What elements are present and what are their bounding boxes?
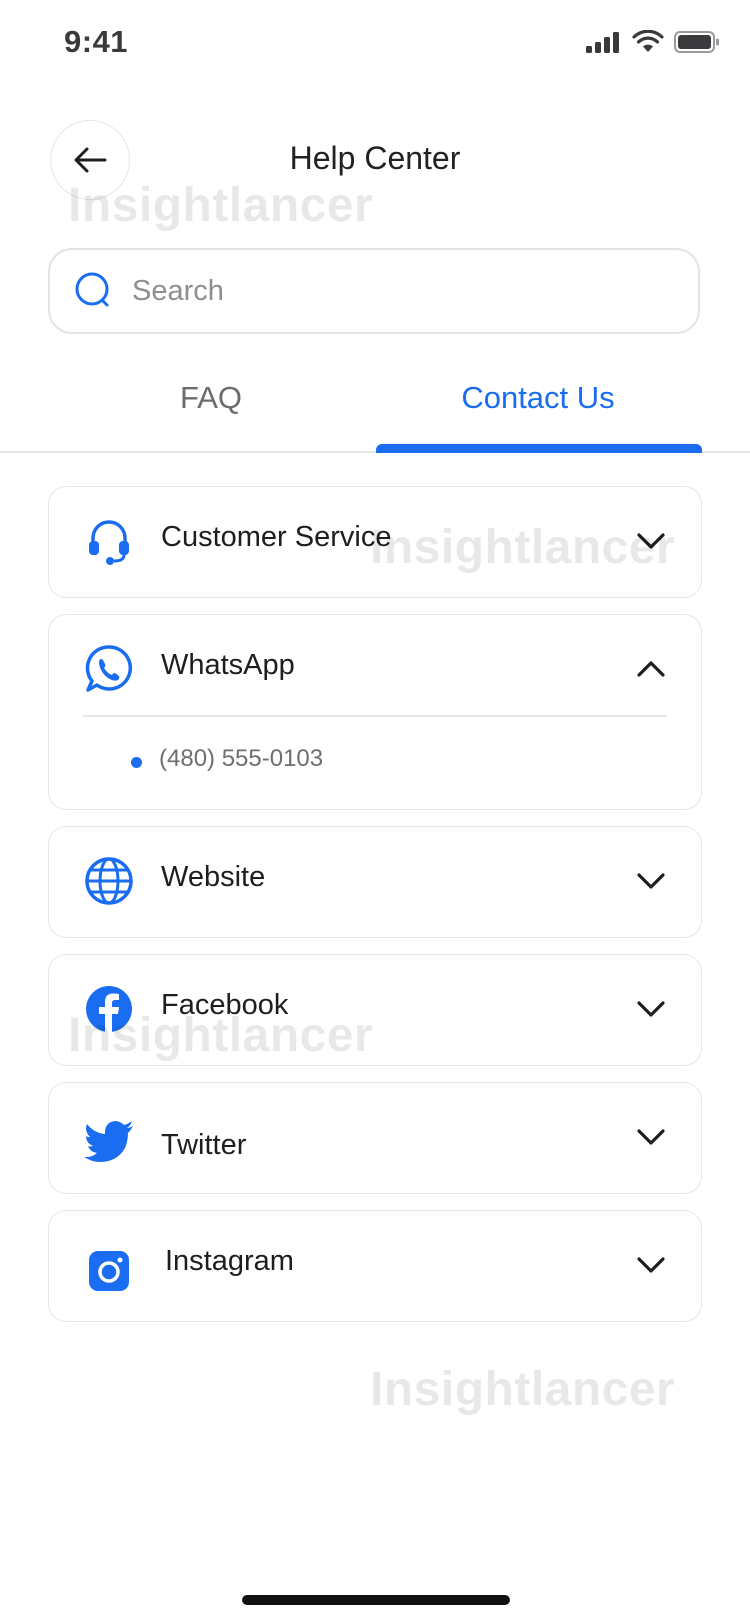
bullet-dot	[131, 757, 142, 768]
card-header[interactable]: WhatsApp	[49, 615, 701, 723]
contact-card-facebook[interactable]: Facebook	[48, 954, 702, 1066]
chevron-up-icon[interactable]	[635, 653, 667, 685]
tab-faq[interactable]: FAQ	[48, 380, 374, 416]
contact-label: WhatsApp	[161, 649, 295, 681]
twitter-icon	[83, 1117, 135, 1169]
card-header[interactable]: Instagram	[49, 1211, 701, 1319]
chevron-down-icon[interactable]	[635, 525, 667, 557]
instagram-icon	[83, 1245, 135, 1297]
card-header[interactable]: Twitter	[49, 1083, 701, 1191]
search-icon	[75, 272, 109, 307]
chevron-down-icon[interactable]	[635, 1249, 667, 1281]
contact-card-customer-service[interactable]: Customer Service	[48, 486, 702, 598]
contact-card-website[interactable]: Website	[48, 826, 702, 938]
facebook-icon	[83, 983, 135, 1035]
tab-contact-us[interactable]: Contact Us	[375, 380, 701, 416]
chevron-down-icon[interactable]	[635, 993, 667, 1025]
contact-label: Website	[161, 861, 266, 893]
contact-card-whatsapp[interactable]: WhatsApp (480) 555-0103	[48, 614, 702, 810]
watermark-text: Insightlancer	[370, 1363, 676, 1416]
home-indicator	[242, 1595, 510, 1605]
card-header[interactable]: Facebook	[49, 955, 701, 1063]
globe-icon	[83, 855, 135, 907]
search-input[interactable]	[130, 273, 654, 309]
contact-label: Facebook	[161, 989, 289, 1021]
contact-card-twitter[interactable]: Twitter	[48, 1082, 702, 1194]
whatsapp-number[interactable]: (480) 555-0103	[159, 745, 323, 773]
active-tab-indicator	[376, 444, 702, 453]
card-divider	[83, 715, 667, 717]
contact-label: Twitter	[161, 1129, 247, 1161]
contact-label: Instagram	[165, 1245, 294, 1277]
battery-icon	[674, 31, 719, 53]
chevron-down-icon[interactable]	[635, 865, 667, 897]
card-header[interactable]: Customer Service	[49, 487, 701, 595]
wifi-icon	[632, 30, 664, 52]
page-title: Help Center	[289, 140, 461, 176]
signal-icon	[586, 32, 619, 53]
headset-icon	[83, 515, 135, 567]
search-box[interactable]	[48, 248, 700, 334]
contact-label: Customer Service	[161, 521, 392, 553]
status-icons	[586, 30, 720, 54]
whatsapp-icon	[83, 643, 135, 695]
chevron-down-icon[interactable]	[635, 1121, 667, 1153]
status-time: 9:41	[64, 24, 129, 59]
card-header[interactable]: Website	[49, 827, 701, 935]
contact-card-instagram[interactable]: Instagram	[48, 1210, 702, 1322]
